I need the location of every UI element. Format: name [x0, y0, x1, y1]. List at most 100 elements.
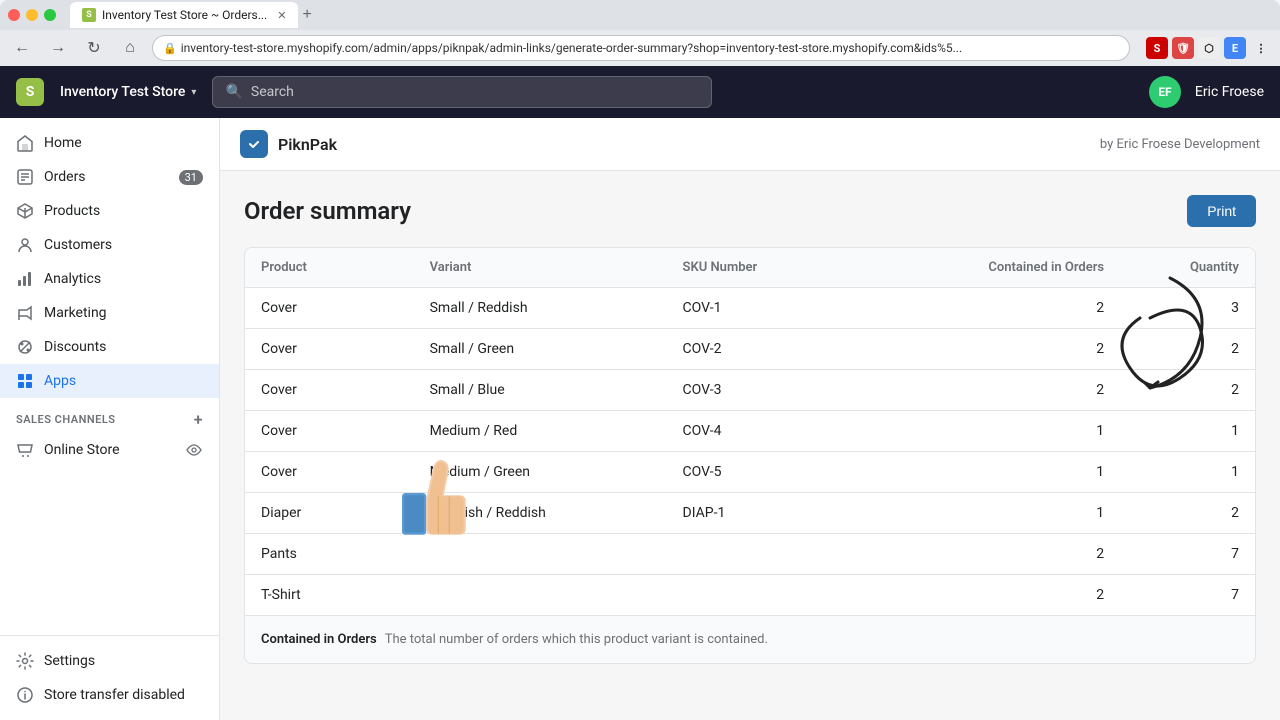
- sidebar-item-orders[interactable]: Orders 31: [0, 160, 219, 194]
- sidebar-item-customers[interactable]: Customers: [0, 228, 219, 262]
- cell-variant: [430, 546, 683, 562]
- table-row: Cover Medium / Red COV-4 1 1: [245, 411, 1255, 452]
- minimize-window-button[interactable]: [26, 9, 38, 21]
- address-bar-row: ← → ↻ ⌂ 🔒 inventory-test-store.myshopify…: [0, 30, 1280, 66]
- orders-icon: [16, 168, 34, 186]
- search-bar[interactable]: 🔍 Search: [212, 76, 712, 108]
- forward-button[interactable]: →: [44, 34, 72, 62]
- new-tab-button[interactable]: +: [302, 6, 311, 24]
- app-credit: by Eric Froese Development: [1100, 137, 1260, 152]
- cell-contained: 2: [935, 546, 1104, 562]
- cell-contained: 2: [935, 341, 1104, 357]
- cell-quantity: 1: [1104, 423, 1239, 439]
- sidebar-item-online-store[interactable]: Online Store: [0, 433, 219, 467]
- cell-quantity: 2: [1104, 382, 1239, 398]
- sidebar: Home Orders 31 Products: [0, 118, 220, 720]
- sidebar-item-label: Home: [44, 135, 82, 151]
- analytics-icon: [16, 270, 34, 288]
- cell-sku: [683, 587, 936, 603]
- sales-channels-title: SALES CHANNELS: [16, 413, 116, 426]
- ext-icon-2[interactable]: 🛡: [1172, 37, 1194, 59]
- user-name: Eric Froese: [1195, 84, 1264, 100]
- cell-product: Pants: [261, 546, 430, 562]
- cell-contained: 1: [935, 464, 1104, 480]
- cell-sku: [683, 546, 936, 562]
- apps-icon: [16, 372, 34, 390]
- add-sales-channel-button[interactable]: +: [194, 410, 203, 429]
- shopify-topbar: S Inventory Test Store ▾ 🔍 Search EF Eri…: [0, 66, 1280, 118]
- lock-icon: 🔒: [163, 42, 177, 55]
- cell-variant: Small / Green: [430, 341, 683, 357]
- order-table: Product Variant SKU Number Contained in …: [244, 247, 1256, 664]
- sidebar-item-marketing[interactable]: Marketing: [0, 296, 219, 330]
- store-transfer-label: Store transfer disabled: [44, 687, 185, 703]
- settings-item[interactable]: Settings: [0, 644, 219, 678]
- sidebar-item-analytics[interactable]: Analytics: [0, 262, 219, 296]
- more-options-button[interactable]: ⋮: [1250, 37, 1272, 59]
- settings-label: Settings: [44, 653, 95, 669]
- print-button[interactable]: Print: [1187, 195, 1256, 227]
- close-window-button[interactable]: [8, 9, 20, 21]
- table-header: Product Variant SKU Number Contained in …: [245, 248, 1255, 288]
- content-area: PiknPak by Eric Froese Development Order…: [220, 118, 1280, 720]
- sidebar-item-apps[interactable]: Apps: [0, 364, 219, 398]
- cell-variant: Medium / Green: [430, 464, 683, 480]
- cell-contained: 1: [935, 423, 1104, 439]
- cell-sku: COV-3: [683, 382, 936, 398]
- shopify-logo: S: [16, 78, 44, 106]
- tab-favicon: S: [82, 8, 96, 22]
- app-header: PiknPak by Eric Froese Development: [220, 118, 1280, 171]
- refresh-button[interactable]: ↻: [80, 34, 108, 62]
- table-row: Cover Medium / Green COV-5 1 1: [245, 452, 1255, 493]
- chevron-down-icon: ▾: [191, 87, 196, 98]
- ext-icon-4[interactable]: E: [1224, 37, 1246, 59]
- browser-chrome: S Inventory Test Store ~ Orders... ✕ +: [0, 0, 1280, 30]
- cell-quantity: 7: [1104, 587, 1239, 603]
- store-name-label: Inventory Test Store: [60, 84, 185, 100]
- page-content: Order summary Print Product Variant SKU …: [220, 171, 1280, 688]
- cell-quantity: 2: [1104, 341, 1239, 357]
- window-controls: [8, 9, 56, 21]
- back-button[interactable]: ←: [8, 34, 36, 62]
- ext-icon-1[interactable]: S: [1146, 37, 1168, 59]
- cell-variant: Small / Blue: [430, 382, 683, 398]
- col-quantity: Quantity: [1104, 260, 1239, 275]
- address-bar[interactable]: 🔒 inventory-test-store.myshopify.com/adm…: [152, 35, 1130, 61]
- active-tab[interactable]: S Inventory Test Store ~ Orders... ✕: [70, 2, 298, 28]
- sidebar-nav: Home Orders 31 Products: [0, 118, 219, 635]
- cell-variant: Small / Reddish: [430, 300, 683, 316]
- sidebar-item-label: Online Store: [44, 442, 120, 458]
- tab-bar: S Inventory Test Store ~ Orders... ✕ +: [70, 2, 1272, 28]
- cell-sku: COV-1: [683, 300, 936, 316]
- cell-contained: 2: [935, 382, 1104, 398]
- col-variant: Variant: [430, 260, 683, 275]
- tab-close-button[interactable]: ✕: [277, 9, 286, 22]
- sidebar-item-products[interactable]: Products: [0, 194, 219, 228]
- home-icon: [16, 134, 34, 152]
- table-row: Pants 2 7: [245, 534, 1255, 575]
- table-row: Cover Small / Green COV-2 2 2: [245, 329, 1255, 370]
- eye-icon: [185, 441, 203, 459]
- col-product: Product: [261, 260, 430, 275]
- search-icon: 🔍: [225, 84, 242, 100]
- customers-icon: [16, 236, 34, 254]
- piknpak-logo: [240, 130, 268, 158]
- app-name: PiknPak: [278, 135, 337, 154]
- sales-channels-label: SALES CHANNELS +: [0, 398, 219, 433]
- cell-product: T-Shirt: [261, 587, 430, 603]
- ext-icon-3[interactable]: ⬡: [1198, 37, 1220, 59]
- sidebar-item-label: Customers: [44, 237, 112, 253]
- table-row: Cover Small / Reddish COV-1 2 3: [245, 288, 1255, 329]
- online-store-icon: [16, 441, 34, 459]
- home-button[interactable]: ⌂: [116, 34, 144, 62]
- cell-variant: Smallish / Reddish: [430, 505, 683, 521]
- sidebar-item-home[interactable]: Home: [0, 126, 219, 160]
- sidebar-item-discounts[interactable]: Discounts: [0, 330, 219, 364]
- cell-contained: 2: [935, 587, 1104, 603]
- url-text: inventory-test-store.myshopify.com/admin…: [181, 41, 962, 55]
- avatar[interactable]: EF: [1149, 76, 1181, 108]
- store-name-button[interactable]: Inventory Test Store ▾: [60, 84, 196, 100]
- cell-sku: COV-2: [683, 341, 936, 357]
- maximize-window-button[interactable]: [44, 9, 56, 21]
- settings-icon: [16, 652, 34, 670]
